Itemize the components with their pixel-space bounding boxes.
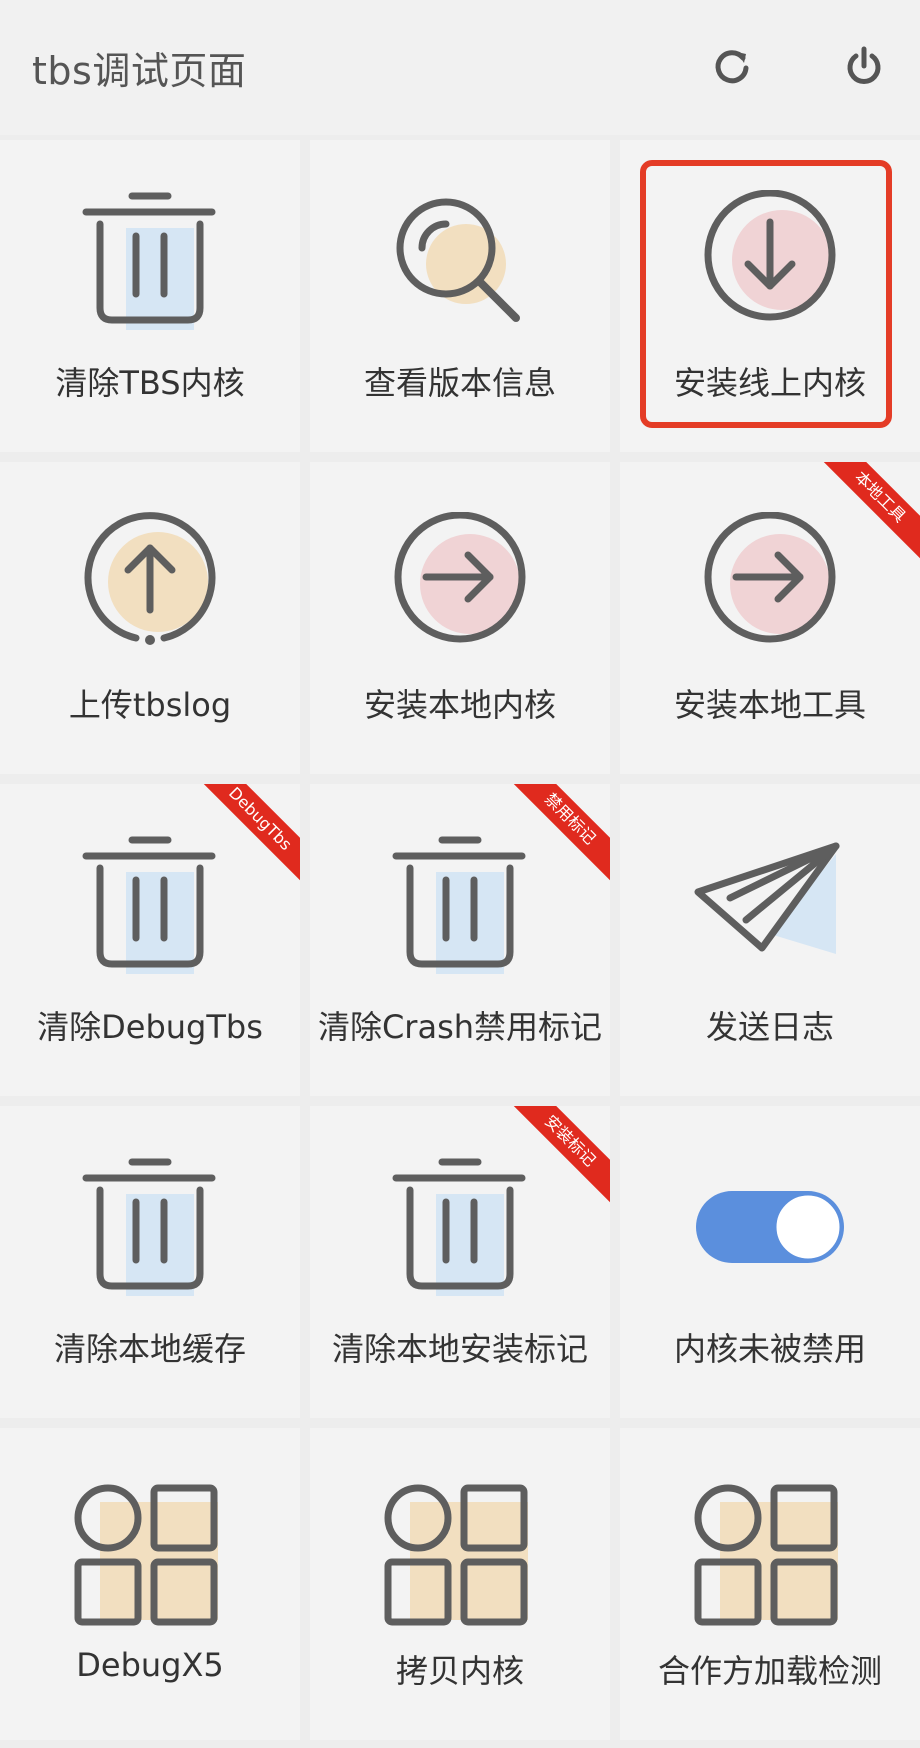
tile-upload-tbslog[interactable]: 上传tbslog	[0, 462, 300, 774]
grid-apps-icon	[384, 1484, 528, 1626]
tile-label: 合作方加载检测	[657, 1652, 882, 1690]
app-header: tbs调试页面	[0, 0, 920, 135]
trash-icon	[392, 836, 526, 974]
tile-label: 清除TBS内核	[55, 364, 245, 402]
trash-icon	[392, 1158, 526, 1296]
tile-clear-local-cache[interactable]: 清除本地缓存	[0, 1106, 300, 1418]
tile-kernel-disable-toggle[interactable]: 内核未被禁用	[620, 1106, 920, 1418]
tile-label: 发送日志	[705, 1008, 834, 1046]
tile-install-local-tool[interactable]: 本地工具 安装本地工具	[620, 462, 920, 774]
page-title: tbs调试页面	[32, 49, 247, 93]
tile-clear-tbs-kernel[interactable]: 清除TBS内核	[0, 140, 300, 452]
tile-view-version-info[interactable]: 查看版本信息	[310, 140, 610, 452]
tool-grid: 清除TBS内核 查看版本信息 安装线上内核 上传tbslog 安装本地内核 本地…	[0, 140, 920, 1740]
grid-apps-icon	[74, 1484, 218, 1626]
trash-icon	[82, 1158, 216, 1296]
tile-label: 拷贝内核	[395, 1652, 524, 1690]
paper-plane-icon	[694, 842, 840, 954]
toggle-switch[interactable]	[690, 1156, 850, 1316]
tile-clear-local-install-flag[interactable]: 安装标记 清除本地安装标记	[310, 1106, 610, 1418]
power-icon	[847, 46, 881, 84]
tile-label: 清除DebugTbs	[37, 1008, 263, 1046]
tile-debugx5[interactable]: DebugX5	[0, 1428, 300, 1740]
arrow-right-circle-icon	[704, 512, 836, 643]
tile-label: 上传tbslog	[68, 686, 232, 724]
tile-label: 内核未被禁用	[673, 1330, 866, 1368]
tile-label: 安装线上内核	[673, 364, 866, 402]
trash-icon	[82, 836, 216, 974]
tile-copy-kernel[interactable]: 拷贝内核	[310, 1428, 610, 1740]
tile-label: 清除本地安装标记	[331, 1330, 588, 1368]
power-button[interactable]	[836, 38, 892, 94]
tile-label: 清除Crash禁用标记	[317, 1008, 603, 1046]
arrow-right-circle-icon	[394, 512, 526, 643]
tile-label: DebugX5	[76, 1646, 224, 1684]
tile-install-online-kernel[interactable]: 安装线上内核	[620, 140, 920, 452]
tile-send-log[interactable]: 发送日志	[620, 784, 920, 1096]
trash-icon	[82, 192, 216, 330]
grid-apps-icon	[694, 1484, 838, 1626]
tile-clear-debugtbs[interactable]: DebugTbs 清除DebugTbs	[0, 784, 300, 1096]
upload-circle-icon	[84, 512, 216, 645]
tile-label: 清除本地缓存	[53, 1330, 246, 1368]
tile-label: 安装本地内核	[363, 686, 556, 724]
magnifier-icon	[396, 198, 520, 322]
tile-install-local-kernel[interactable]: 安装本地内核	[310, 462, 610, 774]
refresh-icon	[715, 50, 749, 84]
tile-label: 查看版本信息	[363, 364, 556, 402]
tile-partner-load-check[interactable]: 合作方加载检测	[620, 1428, 920, 1740]
tile-clear-crash-disable-flag[interactable]: 禁用标记 清除Crash禁用标记	[310, 784, 610, 1096]
tile-label: 安装本地工具	[673, 686, 866, 724]
refresh-button[interactable]	[704, 38, 760, 94]
download-circle-icon	[704, 190, 836, 321]
